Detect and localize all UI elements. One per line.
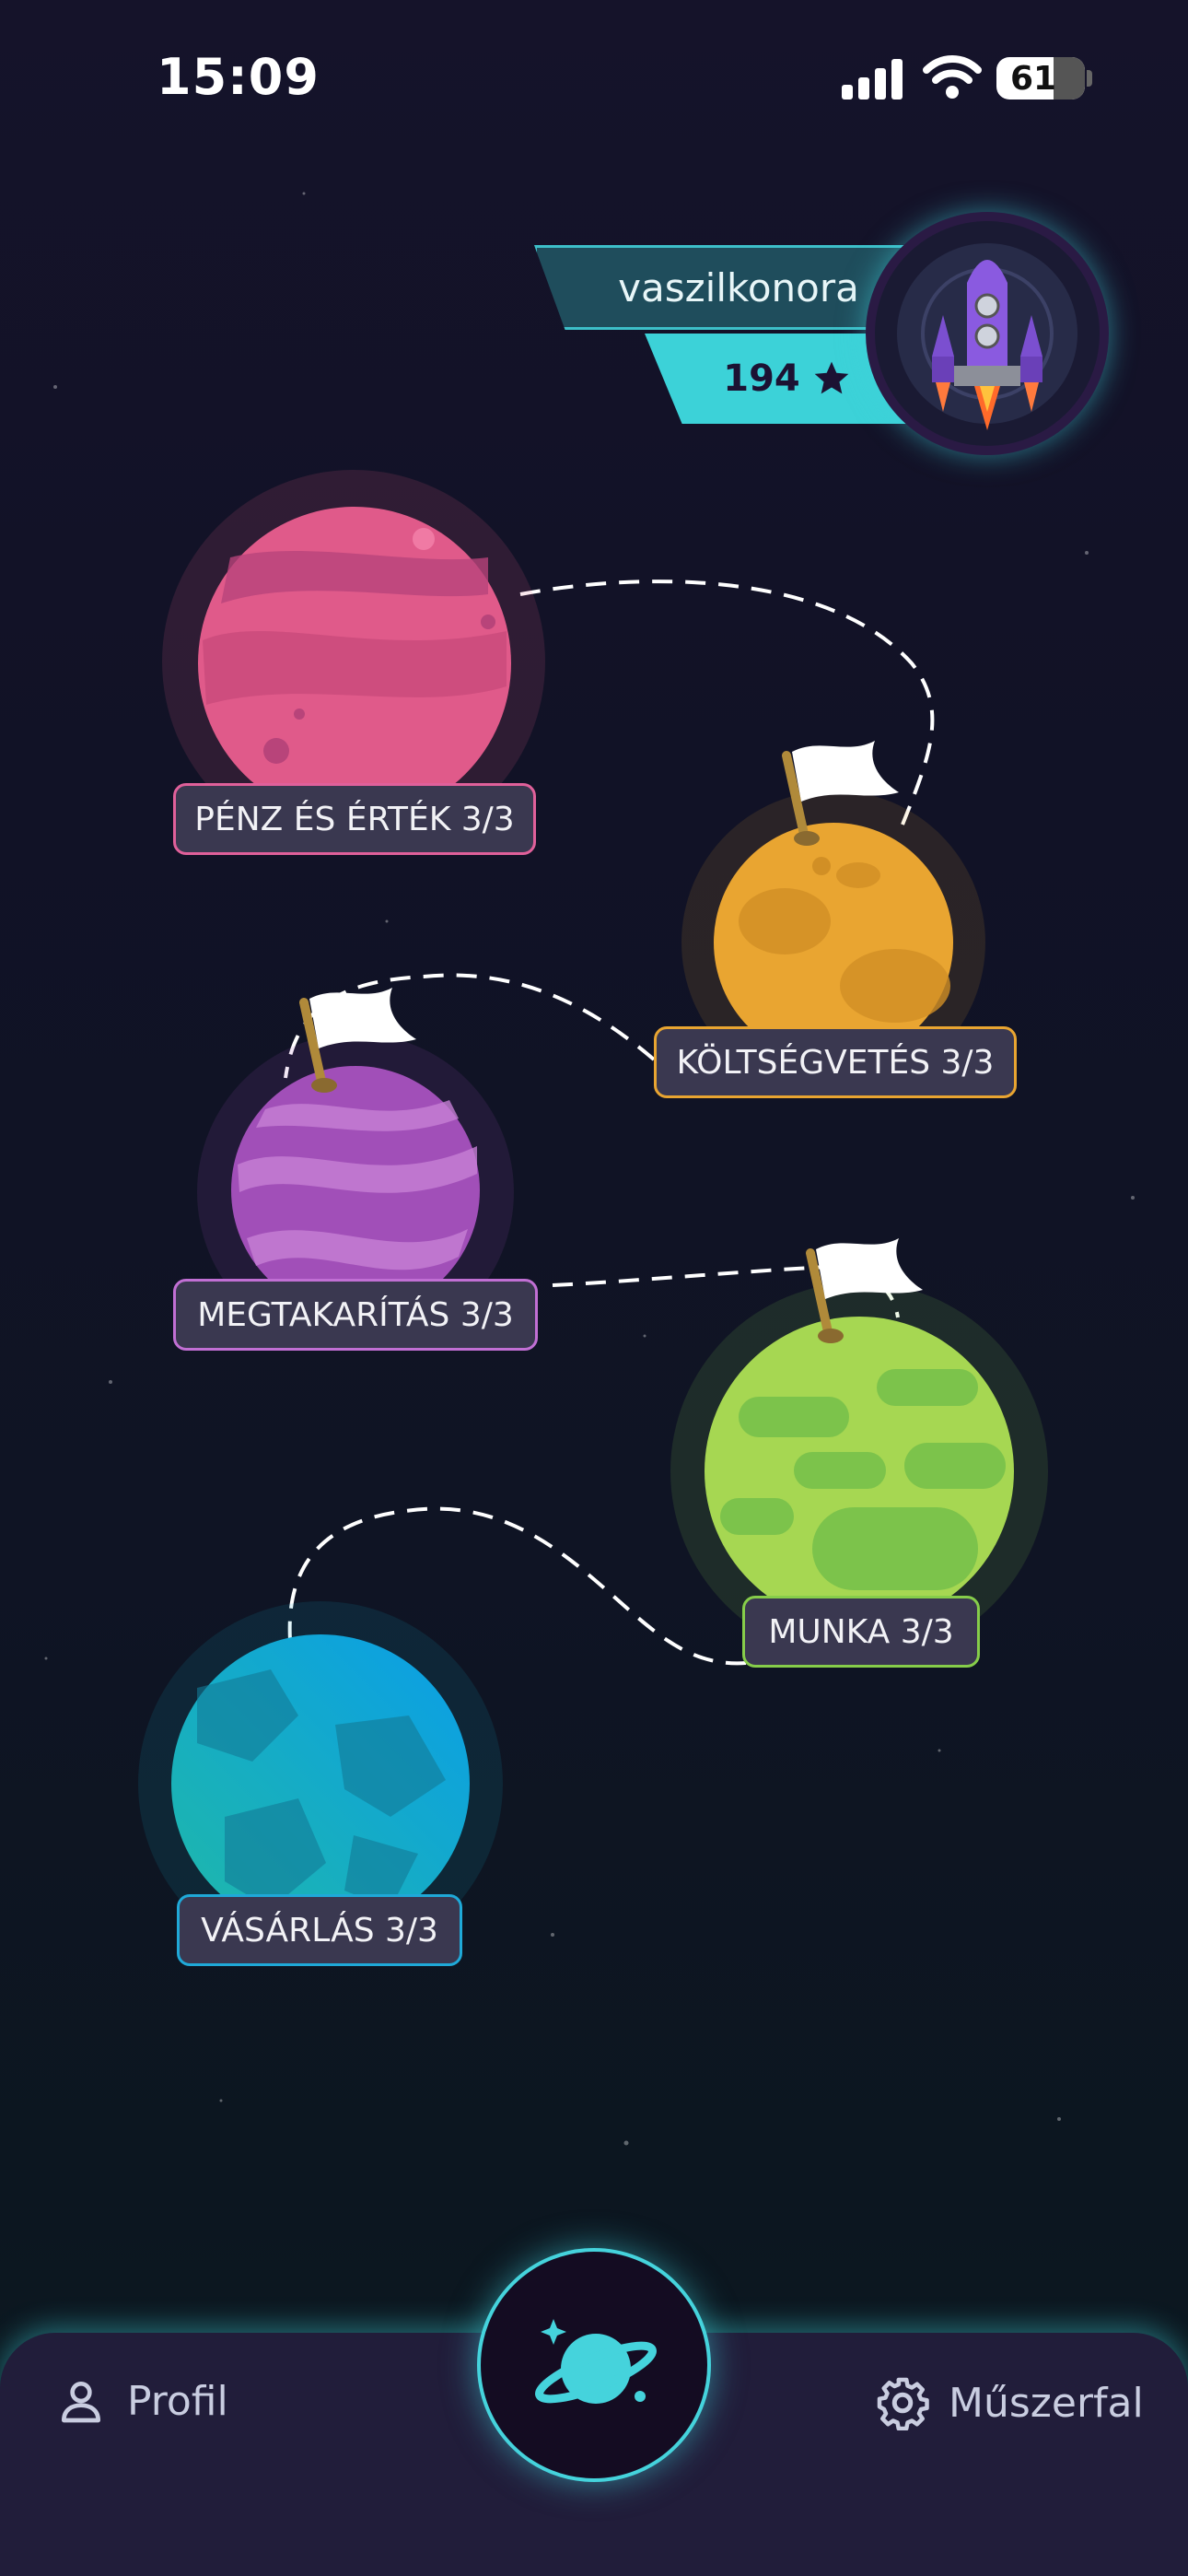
planet-munka[interactable] <box>702 1314 1017 1629</box>
planet-label-megtakaritas[interactable]: MEGTAKARÍTÁS 3/3 <box>173 1279 538 1351</box>
flag-icon <box>806 1238 923 1343</box>
battery-tip <box>1087 70 1092 87</box>
planet-label-koltsegvetes[interactable]: KÖLTSÉGVETÉS 3/3 <box>654 1026 1017 1098</box>
rocket-icon <box>897 243 1077 430</box>
wifi-icon <box>923 55 982 99</box>
star-icon <box>814 361 849 394</box>
gear-icon <box>877 2377 929 2430</box>
nav-planets-button[interactable] <box>477 2248 711 2482</box>
planet-label-munka[interactable]: MUNKA 3/3 <box>742 1596 980 1668</box>
flag-icon <box>299 988 416 1093</box>
status-time: 15:09 <box>157 48 320 106</box>
nav-dashboard-label: Műszerfal <box>949 2379 1144 2427</box>
planet-vasarlas[interactable] <box>169 1633 472 1935</box>
user-avatar[interactable] <box>866 212 1109 455</box>
planet-label-vasarlas[interactable]: VÁSÁRLÁS 3/3 <box>177 1894 462 1966</box>
username-badge[interactable]: vaszilkonora <box>534 245 921 330</box>
planet-penz-es-ertek[interactable] <box>193 502 516 825</box>
battery-indicator: 61 <box>996 57 1085 100</box>
nav-profile[interactable]: Profil <box>55 2375 228 2427</box>
user-icon <box>62 2382 100 2423</box>
nav-dashboard[interactable]: Műszerfal <box>875 2375 1144 2430</box>
nav-profile-label: Profil <box>127 2377 228 2425</box>
planet-label-penz-es-ertek[interactable]: PÉNZ ÉS ÉRTÉK 3/3 <box>173 783 536 855</box>
points-value: 194 <box>723 357 800 400</box>
cellular-signal-icon <box>842 59 903 100</box>
flag-icon <box>782 741 899 846</box>
planet-icon <box>535 2319 657 2404</box>
